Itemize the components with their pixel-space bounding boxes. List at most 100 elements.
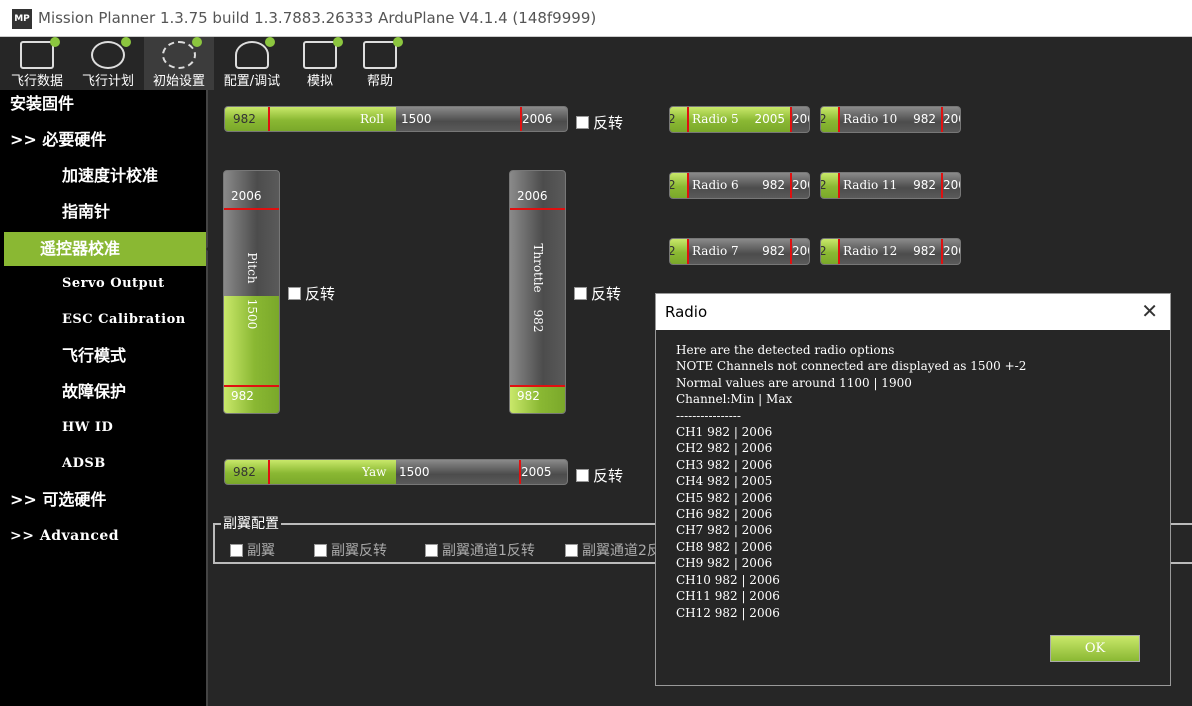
option-label: 副翼 bbox=[247, 543, 275, 559]
dialog-line: CH11 982 | 2006 bbox=[676, 589, 780, 604]
radio-name: Radio 10 bbox=[843, 112, 898, 126]
flight-plan-icon bbox=[91, 37, 131, 69]
dialog-line: CH1 982 | 2006 bbox=[676, 425, 773, 440]
aileron-ch2-reverse-checkbox[interactable]: 副翼通道2反 bbox=[565, 540, 661, 560]
toolbar-label: 帮助 bbox=[366, 74, 393, 89]
dialog-line: CH5 982 | 2006 bbox=[676, 490, 773, 505]
sidebar-item-flight-modes[interactable]: 飞行模式 bbox=[0, 339, 206, 373]
radio-min-marker bbox=[838, 173, 840, 198]
dialog-line: CH10 982 | 2006 bbox=[676, 572, 780, 587]
toolbar-help[interactable]: 帮助 bbox=[352, 37, 408, 90]
pitch-max: 2006 bbox=[231, 189, 262, 203]
sidebar-item-mandatory-hardware[interactable]: >> 必要硬件 bbox=[0, 123, 206, 157]
initial-setup-icon bbox=[162, 37, 202, 69]
roll-value: 1500 bbox=[401, 112, 432, 126]
reverse-label: 反转 bbox=[305, 285, 336, 303]
sidebar-item-accel-calibration[interactable]: 加速度计校准 bbox=[0, 159, 206, 193]
main-toolbar: 飞行数据 飞行计划 初始设置 配置/调试 模拟 帮助 bbox=[0, 37, 1192, 90]
radio-name: Radio 5 bbox=[692, 112, 739, 126]
throttle-max: 2006 bbox=[517, 189, 548, 203]
radio-name: Radio 7 bbox=[692, 244, 739, 258]
radio-min-marker bbox=[687, 173, 689, 198]
dialog-line: Channel:Min | Max bbox=[676, 392, 793, 407]
dialog-line: Normal values are around 1100 | 1900 bbox=[676, 375, 912, 390]
dialog-line: CH4 982 | 2005 bbox=[676, 474, 773, 489]
sidebar-item-esc-calibration[interactable]: ESC Calibration bbox=[0, 303, 206, 337]
dialog-line: CH12 982 | 2006 bbox=[676, 605, 780, 620]
radio-min: 2 bbox=[821, 173, 827, 197]
sidebar-item-compass[interactable]: 指南针 bbox=[0, 195, 206, 229]
sidebar-item-advanced[interactable]: >> Advanced bbox=[0, 519, 206, 553]
toolbar-simulation[interactable]: 模拟 bbox=[292, 37, 348, 90]
radio-min: 2 bbox=[821, 239, 827, 263]
option-label: 副翼通道1反转 bbox=[442, 543, 535, 559]
radio-max: 200 bbox=[792, 112, 809, 126]
flight-data-icon bbox=[20, 37, 60, 69]
dialog-line: Here are the detected radio options bbox=[676, 343, 895, 357]
radio-value: 982 bbox=[762, 178, 785, 192]
radio-max: 200 bbox=[943, 244, 960, 258]
config-tuning-icon bbox=[235, 37, 275, 69]
radio-value: 982 bbox=[913, 244, 936, 258]
help-icon bbox=[363, 37, 403, 69]
reverse-label: 反转 bbox=[593, 467, 624, 485]
radio-max: 200 bbox=[792, 178, 809, 192]
radio-name: Radio 6 bbox=[692, 178, 739, 192]
dialog-line: NOTE Channels not connected are displaye… bbox=[676, 359, 1027, 374]
ok-button[interactable]: OK bbox=[1050, 635, 1140, 662]
dialog-line: CH8 982 | 2006 bbox=[676, 539, 773, 554]
yaw-reverse-checkbox[interactable]: 反转 bbox=[576, 465, 623, 486]
toolbar-flight-data[interactable]: 飞行数据 bbox=[4, 37, 70, 90]
pitch-min: 982 bbox=[231, 389, 254, 403]
sidebar-item-hw-id[interactable]: HW ID bbox=[0, 411, 206, 445]
roll-name: Roll bbox=[360, 112, 384, 126]
toolbar-config-tuning[interactable]: 配置/调试 bbox=[216, 37, 288, 90]
dialog-title: Radio bbox=[665, 303, 708, 321]
dialog-line: CH3 982 | 2006 bbox=[676, 457, 773, 472]
radio-min-marker bbox=[838, 107, 840, 132]
radio-bar: 2 Radio 7 982 200 bbox=[669, 238, 810, 265]
radio-value: 982 bbox=[762, 244, 785, 258]
aileron-ch1-reverse-checkbox[interactable]: 副翼通道1反转 bbox=[425, 540, 535, 560]
radio-name: Radio 12 bbox=[843, 244, 898, 258]
throttle-reverse-checkbox[interactable]: 反转 bbox=[574, 283, 621, 304]
simulation-icon bbox=[303, 37, 343, 69]
pitch-reverse-checkbox[interactable]: 反转 bbox=[288, 283, 335, 304]
yaw-min-marker bbox=[268, 460, 270, 484]
roll-reverse-checkbox[interactable]: 反转 bbox=[576, 112, 623, 133]
dialog-message: Here are the detected radio options NOTE … bbox=[676, 342, 1026, 621]
option-label: 副翼反转 bbox=[331, 543, 387, 559]
yaw-name: Yaw bbox=[362, 465, 387, 479]
toolbar-initial-setup[interactable]: 初始设置 bbox=[144, 37, 214, 90]
radio-min-marker bbox=[687, 107, 689, 132]
radio-value: 2005 bbox=[754, 112, 785, 126]
aileron-checkbox[interactable]: 副翼 bbox=[230, 540, 275, 560]
sidebar-item-failsafe[interactable]: 故障保护 bbox=[0, 375, 206, 409]
radio-name: Radio 11 bbox=[843, 178, 898, 192]
roll-bar: 982 Roll 1500 2006 bbox=[224, 106, 568, 132]
throttle-name: Throttle bbox=[530, 243, 545, 293]
throttle-value: 982 bbox=[530, 309, 545, 333]
aileron-reverse-checkbox[interactable]: 副翼反转 bbox=[314, 540, 387, 560]
radio-value: 982 bbox=[913, 178, 936, 192]
radio-bar: 2 Radio 6 982 200 bbox=[669, 172, 810, 199]
yaw-value: 1500 bbox=[399, 465, 430, 479]
dialog-line: CH6 982 | 2006 bbox=[676, 507, 773, 522]
radio-min-marker bbox=[687, 239, 689, 264]
toolbar-label: 模拟 bbox=[306, 74, 333, 89]
sidebar-item-radio-calibration[interactable]: 遥控器校准 bbox=[4, 232, 214, 266]
dialog-line: CH9 982 | 2006 bbox=[676, 556, 773, 571]
toolbar-flight-plan[interactable]: 飞行计划 bbox=[74, 37, 142, 90]
sidebar-item-adsb[interactable]: ADSB bbox=[0, 447, 206, 481]
sidebar-item-servo-output[interactable]: Servo Output bbox=[0, 267, 206, 301]
dialog-line: CH7 982 | 2006 bbox=[676, 523, 773, 538]
radio-min: 2 bbox=[821, 107, 827, 131]
radio-max: 200 bbox=[943, 112, 960, 126]
sidebar-item-optional-hardware[interactable]: >> 可选硬件 bbox=[0, 483, 206, 517]
close-icon[interactable]: ✕ bbox=[1141, 299, 1158, 323]
app-logo-icon: MP bbox=[12, 9, 32, 29]
radio-min: 2 bbox=[670, 239, 676, 263]
radio-bar: 2 Radio 12 982 200 bbox=[820, 238, 961, 265]
sidebar-item-install-firmware[interactable]: 安装固件 bbox=[0, 87, 206, 121]
radio-value: 982 bbox=[913, 112, 936, 126]
